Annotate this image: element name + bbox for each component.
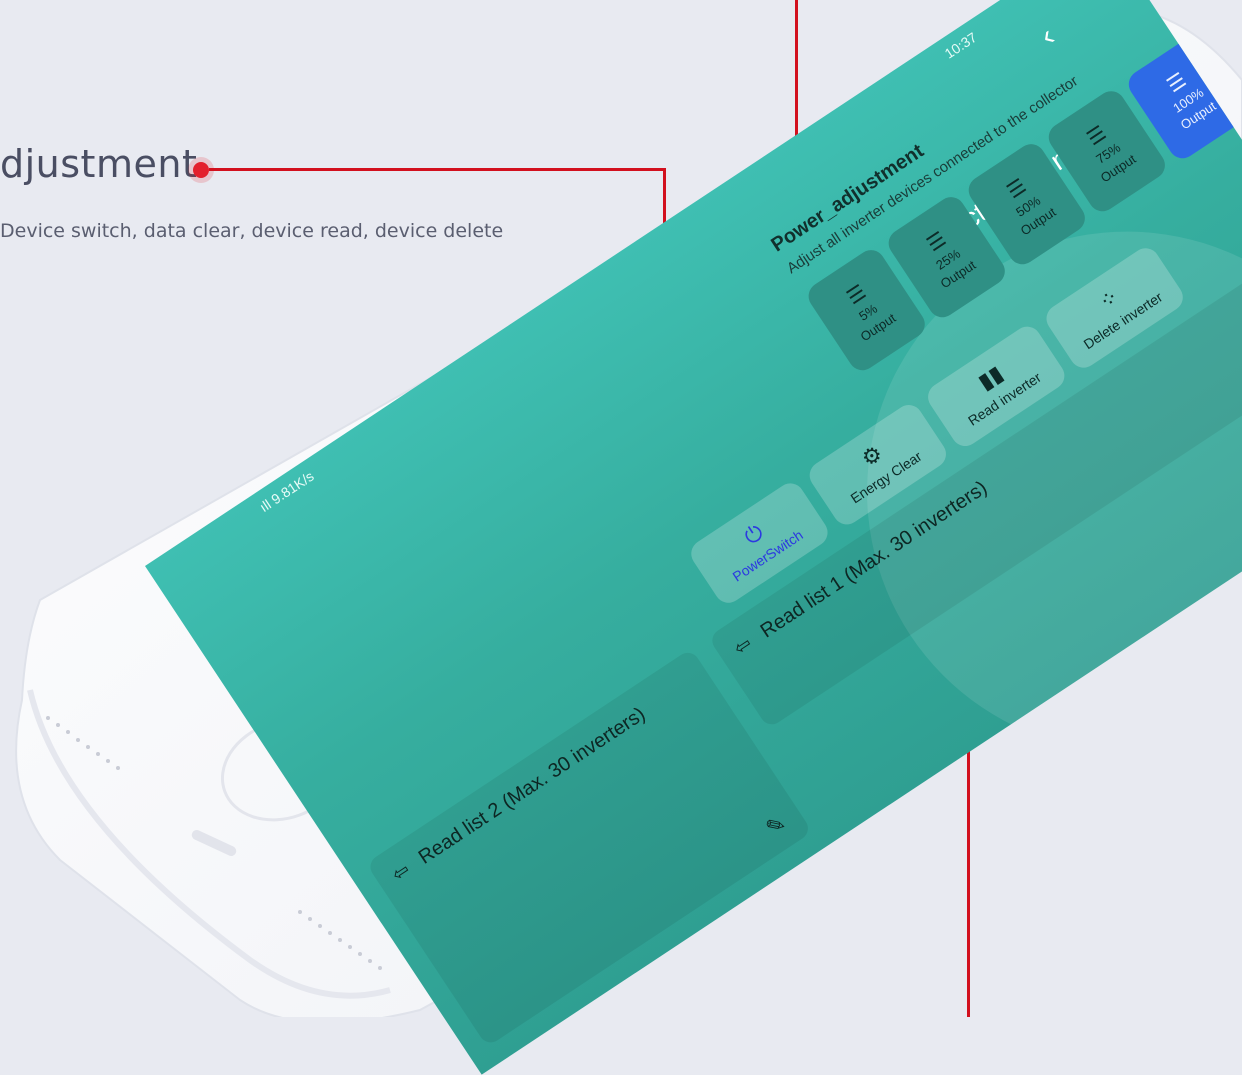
function-label: PowerSwitch (729, 526, 806, 585)
list-icon: ⇦ (388, 858, 415, 887)
callout-line-left (209, 168, 666, 171)
function-label: Energy Clear (847, 447, 925, 507)
status-time: 10:37 (941, 28, 980, 62)
grid-dots-icon: ⁘ (1094, 283, 1124, 315)
callout-dot (193, 162, 209, 178)
edit-icon[interactable]: ✎ (761, 810, 791, 842)
list-icon: ⇦ (729, 632, 757, 661)
output-options: ☰ 5% Output ☰ 25% Output ☰ 50% Output ☰ … (803, 32, 1242, 376)
feature-description: Device switch, data clear, device read, … (0, 220, 504, 242)
power-icon: ⏻ (739, 519, 768, 550)
read-list-title: Read list 2 (Max. 30 inverters) (414, 703, 650, 869)
feature-title: djustment (0, 142, 198, 186)
read-list-2[interactable]: ⇦ Read list 2 (Max. 30 inverters) ✎ (365, 648, 813, 1047)
gear-icon: ⚙ (856, 440, 888, 472)
